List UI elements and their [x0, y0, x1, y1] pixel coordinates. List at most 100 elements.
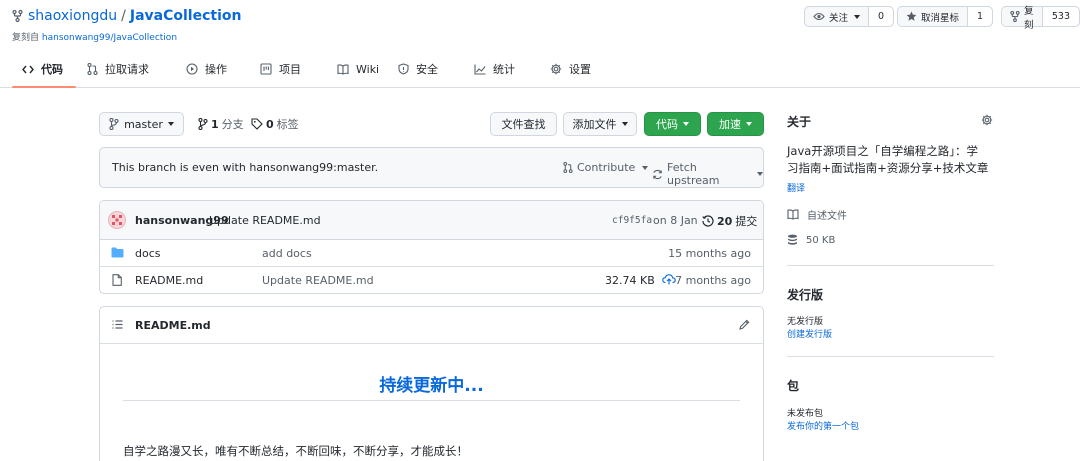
- readme-paragraph: 自学之路漫又长，唯有不断总结，不断回味，不断分享，才能成长！: [123, 444, 468, 458]
- sidebar-divider: [787, 265, 994, 266]
- speed-up-button[interactable]: 加速: [707, 112, 764, 136]
- file-name[interactable]: docs: [135, 247, 161, 260]
- gear-icon: [550, 63, 562, 75]
- file-icon: [112, 274, 122, 286]
- pencil-icon[interactable]: [739, 319, 750, 330]
- file-list: hansonwang99 Update README.md cf9f5fa on…: [99, 200, 764, 294]
- active-tab-indicator: [12, 86, 76, 88]
- find-file-label: 文件查找: [501, 118, 546, 131]
- list-icon[interactable]: [112, 320, 123, 329]
- graph-icon: [474, 64, 486, 75]
- chevron-down-icon: [757, 172, 763, 176]
- file-row[interactable]: docs add docs 15 months ago: [100, 240, 763, 267]
- tab-wiki[interactable]: Wiki: [337, 50, 379, 88]
- tab-settings[interactable]: 设置: [550, 50, 591, 88]
- history-icon: [702, 215, 714, 227]
- packages-title[interactable]: 包: [787, 377, 799, 394]
- tab-label: 项目: [279, 63, 301, 76]
- contribute-label: Contribute: [577, 161, 636, 174]
- tab-label: 代码: [41, 63, 63, 76]
- contribute-button[interactable]: Contribute: [563, 161, 649, 174]
- branch-count-label: 分支: [221, 118, 244, 131]
- book-icon: [337, 63, 349, 75]
- fork-button[interactable]: 复刻 533: [1001, 6, 1080, 31]
- repo-size: 50 KB: [787, 234, 835, 246]
- project-icon: [260, 63, 272, 75]
- pull-request-icon: [563, 162, 573, 173]
- unstar-label: 取消星标: [921, 12, 960, 24]
- readme-link[interactable]: 自述文件: [787, 207, 847, 222]
- file-name[interactable]: README.md: [135, 274, 203, 287]
- file-updated-time: 7 months ago: [675, 274, 751, 287]
- file-commit-message[interactable]: add docs: [262, 247, 312, 260]
- speed-up-label: 加速: [719, 118, 741, 131]
- tab-label: 拉取请求: [105, 63, 149, 76]
- avatar-pattern-icon: [112, 215, 122, 225]
- tab-pull-requests[interactable]: 拉取请求: [87, 50, 149, 88]
- file-commit-message[interactable]: Update README.md: [262, 274, 374, 287]
- tag-count: 0: [266, 117, 274, 131]
- star-count[interactable]: 1: [967, 7, 993, 26]
- cloud-upload-icon[interactable]: [662, 274, 676, 285]
- fetch-upstream-button[interactable]: Fetch upstream: [652, 161, 763, 187]
- code-button[interactable]: 代码: [644, 112, 701, 136]
- repo-fork-icon: [12, 10, 23, 22]
- add-file-label: 添加文件: [572, 118, 617, 131]
- fork-icon: [1010, 11, 1020, 22]
- file-updated-time: 15 months ago: [668, 247, 751, 260]
- play-icon: [186, 63, 198, 75]
- branch-status-box: This branch is even with hansonwang99:ma…: [99, 147, 764, 188]
- tag-icon: [251, 118, 263, 130]
- tab-code[interactable]: 代码: [22, 50, 63, 88]
- repo-name-link[interactable]: JavaCollection: [130, 8, 242, 24]
- file-row[interactable]: README.md Update README.md 32.74 KB 7 mo…: [100, 267, 763, 293]
- watch-button[interactable]: 关注 0: [804, 6, 895, 27]
- book-icon: [787, 209, 799, 220]
- branch-count: 1: [211, 117, 219, 131]
- forked-from: 复刻自 hansonwang99/JavaCollection: [12, 30, 177, 43]
- eye-icon: [813, 12, 825, 21]
- repo-description: Java开源项目之「自学编程之路」：学 习指南+面试指南+资源分享+技术文章: [787, 143, 997, 177]
- readme-title: README.md: [135, 319, 211, 332]
- translate-link[interactable]: 翻译: [787, 181, 805, 194]
- tab-security[interactable]: 安全: [398, 50, 438, 88]
- tags-link[interactable]: 0 标签: [251, 116, 299, 132]
- forked-from-link[interactable]: hansonwang99/JavaCollection: [42, 33, 177, 43]
- branch-name: master: [124, 117, 163, 131]
- shield-icon: [398, 63, 409, 75]
- unstar-button[interactable]: 取消星标 1: [897, 6, 994, 27]
- fetch-upstream-label: Fetch upstream: [667, 161, 720, 187]
- about-title: 关于: [787, 115, 812, 129]
- publish-package-link[interactable]: 发布你的第一个包: [787, 419, 859, 432]
- tab-insights[interactable]: 统计: [474, 50, 515, 88]
- tab-actions[interactable]: 操作: [186, 50, 227, 88]
- readme-heading: 持续更新中...: [379, 376, 484, 396]
- no-packages-text: 未发布包: [787, 409, 824, 419]
- releases-title[interactable]: 发行版: [787, 286, 823, 303]
- avatar[interactable]: [108, 211, 126, 229]
- chevron-down-icon: [167, 122, 174, 126]
- code-icon: [22, 65, 34, 74]
- commit-count: 20: [717, 214, 733, 228]
- branches-link[interactable]: 1 分支: [198, 116, 244, 132]
- fork-count[interactable]: 533: [1041, 7, 1079, 26]
- commits-link[interactable]: 20 提交: [702, 213, 757, 229]
- add-file-button[interactable]: 添加文件: [563, 112, 637, 136]
- gear-icon[interactable]: [981, 114, 993, 126]
- commit-hash[interactable]: cf9f5fa: [612, 215, 652, 226]
- watch-count[interactable]: 0: [868, 7, 894, 26]
- chevron-down-icon: [854, 14, 861, 19]
- branch-select[interactable]: master: [99, 112, 184, 136]
- repo-owner-link[interactable]: shaoxiongdu: [28, 8, 117, 24]
- commit-message[interactable]: Update README.md: [209, 214, 321, 227]
- readme-header: README.md: [100, 307, 763, 344]
- tab-label: 设置: [569, 63, 591, 76]
- find-file-button[interactable]: 文件查找: [490, 112, 557, 136]
- tab-projects[interactable]: 项目: [260, 50, 301, 88]
- sync-icon: [652, 169, 663, 180]
- repo-title: shaoxiongdu / JavaCollection: [12, 8, 241, 24]
- tab-label: 安全: [416, 63, 438, 76]
- database-icon: [787, 234, 798, 246]
- description-line: 习指南+面试指南+资源分享+技术文章: [787, 161, 989, 175]
- create-release-link[interactable]: 创建发行版: [787, 327, 832, 340]
